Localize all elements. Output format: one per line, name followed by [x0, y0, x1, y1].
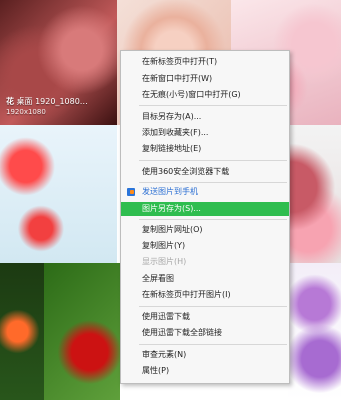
context-menu: 在新标签页中打开(T) 在新窗口中打开(W) 在无痕(小号)窗口中打开(G) 目…: [120, 50, 290, 384]
menu-open-new-window[interactable]: 在新窗口中打开(W): [121, 72, 289, 86]
menu-save-target-as[interactable]: 目标另存为(A)...: [121, 110, 289, 124]
menu-inspect-element[interactable]: 审查元素(N): [121, 348, 289, 362]
menu-copy-image[interactable]: 复制图片(Y): [121, 239, 289, 253]
menu-separator: [139, 219, 287, 220]
menu-separator: [139, 182, 287, 183]
thumbnail-title-text: 桌面 1920_1080…: [16, 97, 88, 106]
menu-show-image: 显示图片(H): [142, 257, 187, 266]
menu-open-new-tab[interactable]: 在新标签页中打开(T): [121, 55, 289, 69]
menu-open-incognito[interactable]: 在无痕(小号)窗口中打开(G): [121, 88, 289, 102]
thumbnail-title-prefix: 花: [6, 97, 14, 106]
thumbnail-red-flowers[interactable]: [0, 263, 44, 400]
thumbnail-flower-dark[interactable]: 花 桌面 1920_1080… 1920x1080: [0, 0, 117, 125]
menu-fullscreen-view[interactable]: 全屏看图: [121, 272, 289, 286]
menu-send-image-to-phone[interactable]: 发送图片到手机: [121, 185, 289, 199]
menu-download-all-thunder[interactable]: 使用迅雷下载全部链接: [121, 326, 289, 340]
menu-open-image-new-tab[interactable]: 在新标签页中打开图片(I): [121, 288, 289, 302]
phone-send-icon: [127, 188, 135, 196]
menu-separator: [139, 105, 287, 106]
menu-copy-link-address[interactable]: 复制链接地址(E): [121, 142, 289, 156]
menu-properties[interactable]: 属性(P): [121, 364, 289, 378]
menu-separator: [139, 160, 287, 161]
menu-send-image-to-phone-label: 发送图片到手机: [142, 187, 198, 196]
menu-separator: [139, 344, 287, 345]
thumbnail-caption: 花 桌面 1920_1080… 1920x1080: [6, 96, 88, 118]
menu-add-to-favorites[interactable]: 添加到收藏夹(F)...: [121, 126, 289, 140]
thumbnail-poppies[interactable]: [0, 125, 117, 263]
thumbnail-purple-flowers[interactable]: [288, 263, 341, 400]
menu-copy-image-url[interactable]: 复制图片网址(O): [121, 223, 289, 237]
thumbnail-title: 花 桌面 1920_1080…: [6, 96, 88, 107]
menu-download-thunder[interactable]: 使用迅雷下载: [121, 310, 289, 324]
thumbnail-red-rose[interactable]: [44, 263, 120, 400]
thumbnail-size: 1920x1080: [6, 108, 46, 116]
menu-save-image-as[interactable]: 图片另存为(S)...: [121, 202, 289, 216]
menu-download-360[interactable]: 使用360安全浏览器下载: [121, 165, 289, 179]
menu-separator: [139, 306, 287, 307]
